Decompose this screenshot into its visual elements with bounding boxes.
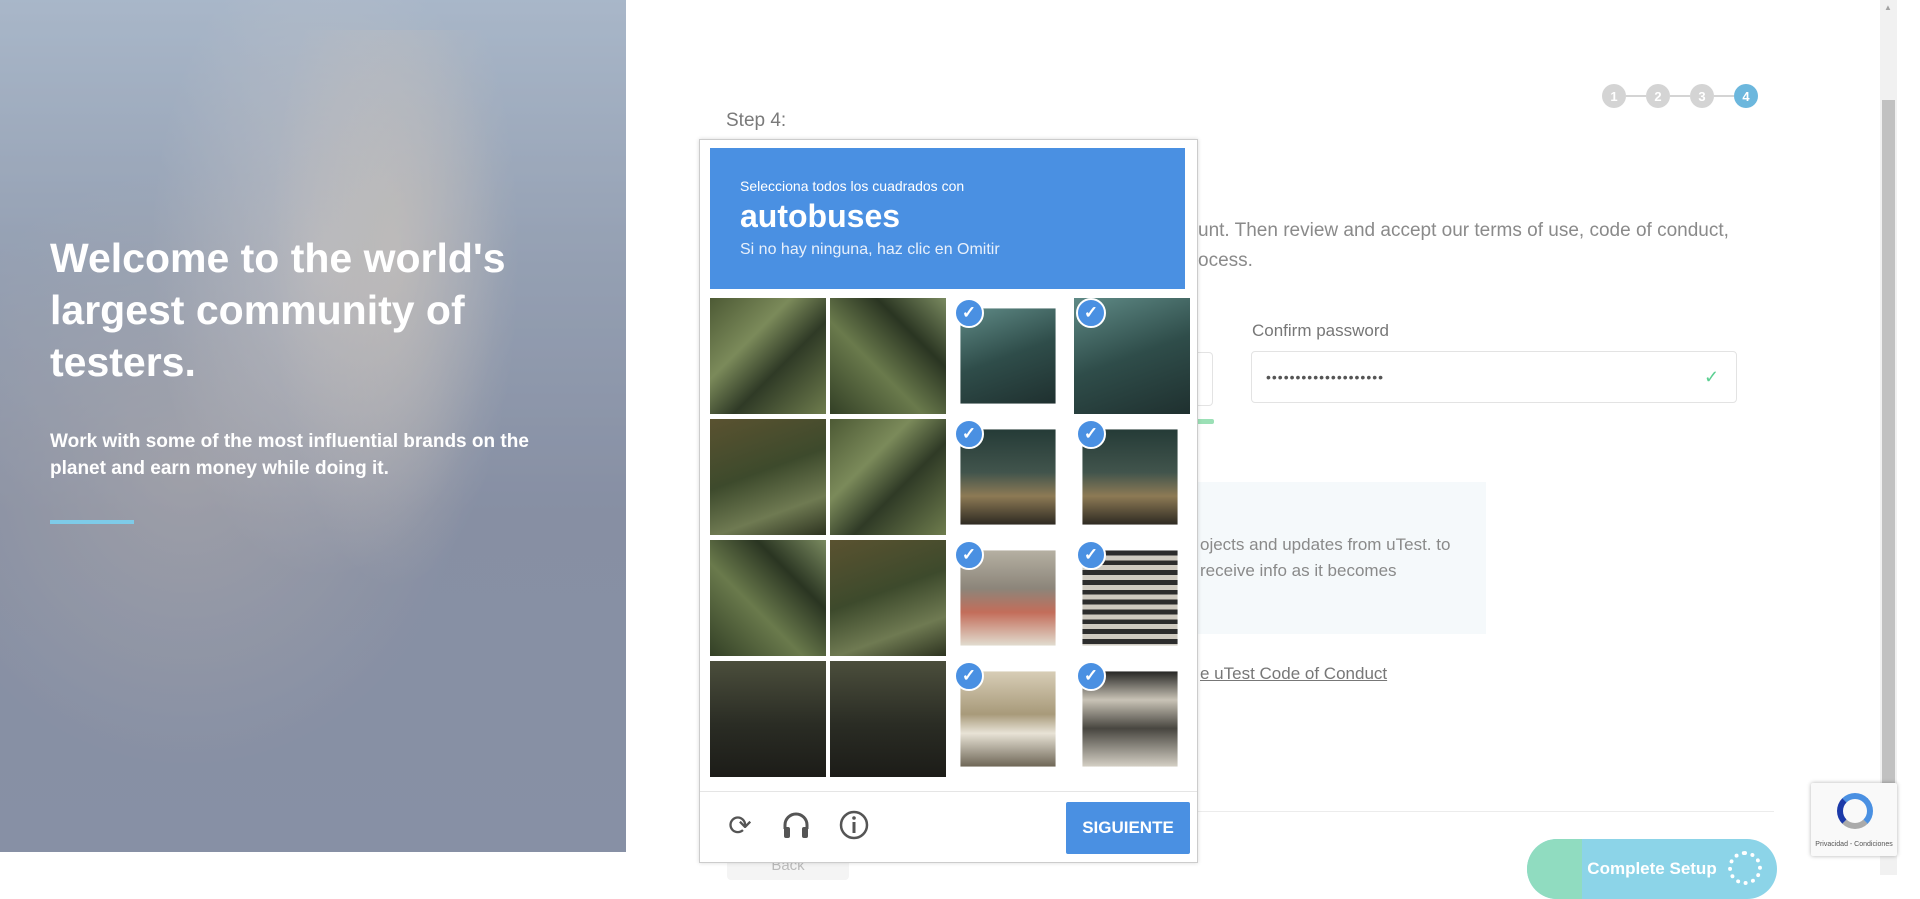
tile-selected-check-icon: ✓ [1076, 661, 1106, 691]
captcha-grid: ✓ ✓ ✓ ✓ ✓ ✓ ✓ ✓ [710, 298, 1190, 782]
reload-icon[interactable]: ⟳ [722, 807, 758, 843]
step-2: 2 [1646, 84, 1670, 108]
captcha-keyword: autobuses [740, 198, 901, 234]
tile-selected-check-icon: ✓ [1076, 298, 1106, 328]
footer-divider [1190, 811, 1774, 812]
hero-subtitle: Work with some of the most influential b… [50, 431, 529, 479]
code-of-conduct-link[interactable]: e uTest Code of Conduct [1200, 664, 1387, 684]
captcha-tile[interactable] [830, 419, 946, 535]
confirm-password-label: Confirm password [1252, 321, 1389, 340]
tile-selected-check-icon: ✓ [954, 298, 984, 328]
tile-selected-check-icon: ✓ [954, 661, 984, 691]
tile-selected-check-icon: ✓ [1076, 419, 1106, 449]
hero-divider [50, 520, 134, 524]
hero-title: Welcome to the world's largest community… [50, 235, 506, 385]
confirm-password-field[interactable] [1251, 351, 1737, 403]
captcha-tile[interactable] [710, 540, 826, 656]
tile-selected-check-icon: ✓ [1076, 540, 1106, 570]
step-progress: 1 2 3 4 [1602, 84, 1758, 108]
step-3: 3 [1690, 84, 1714, 108]
info-text: ojects and updates from uTest. to receiv… [1200, 535, 1451, 580]
tile-selected-check-icon: ✓ [954, 540, 984, 570]
recaptcha-badge[interactable]: Privacidad - Condiciones [1811, 783, 1897, 856]
tile-selected-check-icon: ✓ [954, 419, 984, 449]
loading-spinner-icon [1728, 851, 1762, 885]
recaptcha-icon [1837, 793, 1873, 829]
captcha-instruction: Selecciona todos los cuadrados con [740, 178, 965, 194]
hero-panel: Welcome to the world's largest community… [0, 0, 626, 852]
captcha-header: Selecciona todos los cuadrados con autob… [710, 148, 1185, 289]
captcha-tile[interactable] [830, 540, 946, 656]
complete-setup-label: Complete Setup [1587, 859, 1717, 878]
captcha-tile[interactable] [830, 661, 946, 777]
step-4: 4 [1734, 84, 1758, 108]
captcha-tile[interactable] [710, 419, 826, 535]
captcha-footer-divider [700, 791, 1197, 792]
intro-text: unt. Then review and accept our terms of… [1198, 220, 1729, 271]
captcha-note: Si no hay ninguna, haz clic en Omitir [740, 241, 1000, 258]
captcha-tile[interactable] [710, 661, 826, 777]
recaptcha-terms[interactable]: Privacidad - Condiciones [1811, 841, 1897, 848]
scroll-up-icon[interactable]: ▲ [1884, 3, 1892, 12]
captcha-tile[interactable] [830, 298, 946, 414]
captcha-tile[interactable] [710, 298, 826, 414]
step-connector [1714, 95, 1734, 97]
captcha-next-label: SIGUIENTE [1082, 818, 1174, 837]
step-label: Step 4: [726, 110, 787, 131]
step-connector [1670, 95, 1690, 97]
headphones-icon-svg [783, 812, 809, 838]
captcha-next-button[interactable]: SIGUIENTE [1066, 802, 1190, 854]
check-icon: ✓ [1704, 367, 1720, 387]
step-1: 1 [1602, 84, 1626, 108]
headphones-icon[interactable] [778, 807, 814, 843]
info-icon-svg [839, 810, 869, 840]
scrollbar-thumb[interactable] [1882, 100, 1895, 790]
captcha-challenge: Selecciona todos los cuadrados con autob… [699, 139, 1198, 863]
step-connector [1626, 95, 1646, 97]
info-icon[interactable] [836, 807, 872, 843]
